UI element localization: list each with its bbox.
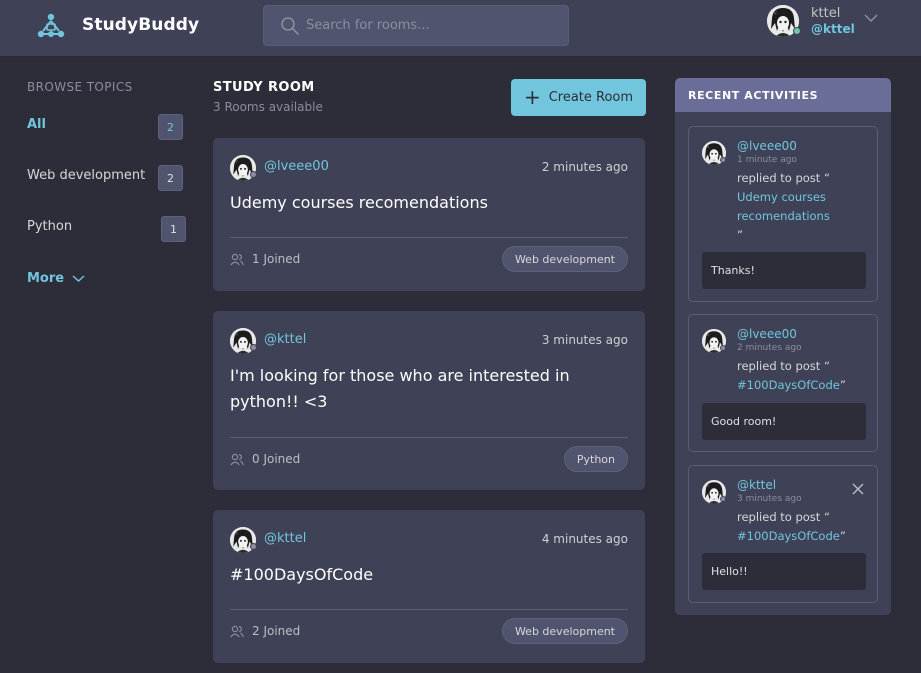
search-icon	[281, 17, 299, 35]
room-time: 2 minutes ago	[541, 160, 628, 174]
search-bar[interactable]	[263, 5, 569, 46]
divider	[230, 609, 628, 610]
activity-post-link[interactable]: #100DaysOfCode	[737, 378, 840, 392]
status-dot	[250, 171, 257, 178]
joined-count: 1 Joined	[252, 252, 301, 266]
divider	[230, 437, 628, 438]
room-title[interactable]: Udemy courses recomendations	[230, 190, 630, 216]
create-room-button[interactable]: + Create Room	[511, 79, 646, 116]
activity-author[interactable]: @lveee00	[737, 139, 797, 153]
joined-count: 2 Joined	[252, 624, 301, 638]
create-room-label: Create Room	[548, 90, 634, 105]
activity-message: Good room!	[702, 403, 866, 440]
status-dot	[250, 344, 257, 351]
activity-time: 1 minute ago	[737, 155, 797, 165]
activity-post-link[interactable]: Udemy courses recomendations	[737, 190, 830, 223]
online-status-dot	[793, 27, 801, 35]
activity-text: replied to post “ Udemy courses recomend…	[737, 169, 873, 245]
sidebar-item-python[interactable]: Python	[27, 219, 72, 234]
activity-text: replied to post “ #100DaysOfCode”	[737, 508, 873, 546]
activity-item: @kttel 3 minutes ago replied to post “ #…	[688, 465, 878, 603]
topic-tag[interactable]: Web development	[501, 246, 628, 272]
status-dot	[250, 543, 257, 550]
room-participants: 1 Joined	[230, 252, 300, 266]
activity-item: @lveee00 1 minute ago replied to post “ …	[688, 126, 878, 302]
brand-name[interactable]: StudyBuddy	[82, 15, 199, 35]
activity-message: Thanks!	[702, 252, 866, 289]
activity-suffix: ”	[839, 529, 846, 543]
users-icon	[230, 253, 244, 265]
activity-time: 2 minutes ago	[737, 343, 802, 353]
search-input[interactable]	[306, 6, 556, 45]
sidebar-item-web-development[interactable]: Web development	[27, 168, 145, 183]
status-dot	[720, 157, 726, 163]
status-dot	[720, 345, 726, 351]
rooms-count: 3 Rooms available	[213, 100, 323, 114]
room-title[interactable]: #100DaysOfCode	[230, 562, 630, 588]
close-icon[interactable]	[852, 483, 864, 495]
activity-message: Hello!!	[702, 553, 866, 590]
activity-prefix: replied to post “	[737, 510, 830, 524]
room-card[interactable]: @kttel 3 minutes ago I'm looking for tho…	[213, 311, 645, 490]
more-label: More	[27, 271, 65, 286]
studybuddy-logo-icon[interactable]	[36, 12, 66, 40]
users-icon	[230, 453, 244, 465]
topic-tag[interactable]: Python	[563, 446, 628, 472]
room-author[interactable]: @kttel	[264, 531, 306, 546]
plus-icon: +	[523, 84, 541, 109]
divider	[230, 237, 628, 238]
topic-count-badge: 2	[158, 165, 183, 191]
activity-post-link[interactable]: #100DaysOfCode	[737, 529, 840, 543]
activity-author[interactable]: @lveee00	[737, 327, 797, 341]
topic-tag[interactable]: Web development	[501, 618, 628, 644]
joined-count: 0 Joined	[252, 452, 301, 466]
chevron-down-icon	[72, 275, 85, 283]
more-topics-link[interactable]: More	[27, 271, 85, 286]
room-card[interactable]: @lveee00 2 minutes ago Udemy courses rec…	[213, 138, 645, 291]
chevron-down-icon[interactable]	[864, 13, 878, 23]
room-title[interactable]: I'm looking for those who are interested…	[230, 363, 630, 415]
activity-suffix: ”	[839, 378, 846, 392]
room-participants: 2 Joined	[230, 624, 300, 638]
activity-item: @lveee00 2 minutes ago replied to post “…	[688, 314, 878, 452]
activity-time: 3 minutes ago	[737, 494, 802, 504]
user-handle: @kttel	[811, 22, 855, 36]
room-card[interactable]: @kttel 4 minutes ago #100DaysOfCode 2 Jo…	[213, 510, 645, 663]
activity-prefix: replied to post “	[737, 171, 830, 185]
activity-prefix: replied to post “	[737, 359, 830, 373]
sidebar-item-all[interactable]: All	[27, 117, 46, 132]
topic-count-badge: 2	[158, 114, 183, 140]
activity-author[interactable]: @kttel	[737, 478, 776, 492]
browse-topics-heading: BROWSE TOPICS	[27, 80, 133, 94]
activity-text: replied to post “ #100DaysOfCode”	[737, 357, 873, 395]
room-author[interactable]: @kttel	[264, 332, 306, 347]
user-menu[interactable]: kttel @kttel	[765, 5, 885, 45]
recent-activities-heading: RECENT ACTIVITIES	[675, 78, 891, 112]
room-participants: 0 Joined	[230, 452, 300, 466]
user-name: kttel	[811, 6, 841, 21]
users-icon	[230, 625, 244, 637]
room-time: 4 minutes ago	[541, 532, 628, 546]
recent-activities-panel: RECENT ACTIVITIES @lveee00 1 minute ago …	[675, 78, 891, 615]
status-dot	[720, 496, 726, 502]
activity-suffix: ”	[737, 228, 743, 242]
topic-count-badge: 1	[161, 216, 186, 242]
room-author[interactable]: @lveee00	[264, 159, 329, 174]
top-navbar: StudyBuddy kttel @kttel	[0, 0, 921, 57]
room-time: 3 minutes ago	[541, 333, 628, 347]
page-title: STUDY ROOM	[213, 80, 315, 95]
